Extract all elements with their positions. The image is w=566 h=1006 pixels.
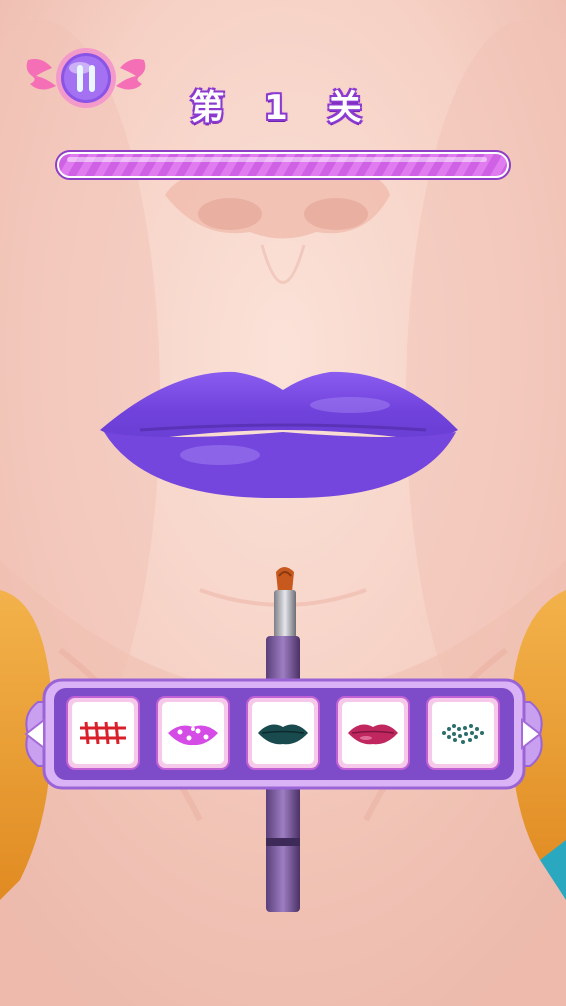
scroll-left-arrow-icon[interactable] [20, 716, 50, 752]
palette-slot-1[interactable] [66, 696, 140, 770]
palette-slot-3[interactable] [246, 696, 320, 770]
palette-slot-2[interactable] [156, 696, 230, 770]
palette-slot-5[interactable] [426, 696, 500, 770]
level-title: 第 1 关 [190, 88, 376, 128]
palette-slot-4[interactable] [336, 696, 410, 770]
progress-bar [55, 150, 511, 180]
scroll-right-arrow-icon[interactable] [516, 716, 546, 752]
